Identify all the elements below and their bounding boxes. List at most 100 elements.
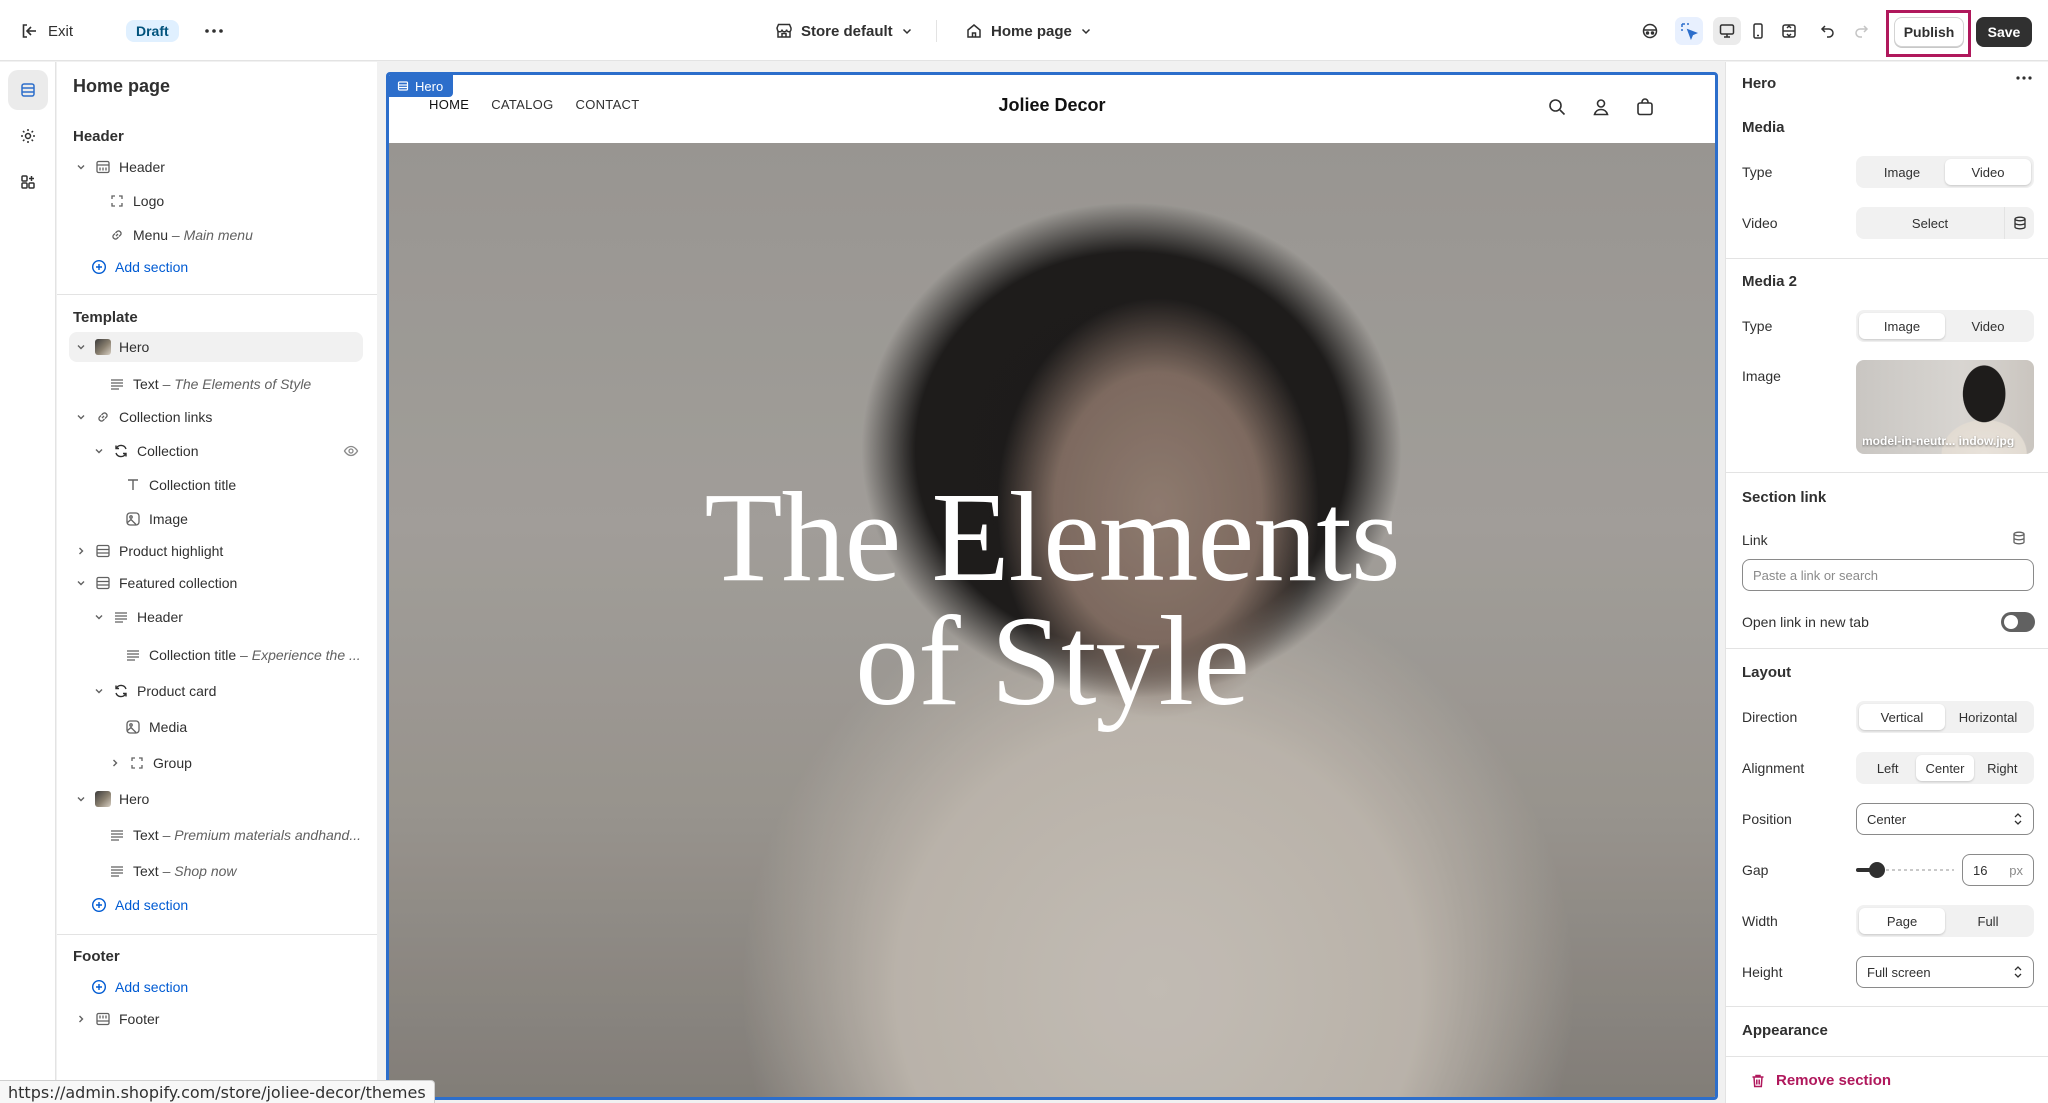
exit-button[interactable]: Exit (20, 18, 73, 44)
cart-icon[interactable] (1635, 97, 1655, 117)
video-label: Video (1742, 215, 1778, 231)
link-input[interactable]: Paste a link or search (1742, 559, 2034, 591)
tree-item-collection[interactable]: Collection (91, 436, 371, 466)
tree-item-label: Header (137, 609, 183, 625)
eye-icon[interactable] (343, 443, 359, 459)
add-section-button[interactable]: Add section (91, 972, 188, 1002)
media-type-image[interactable]: Image (1859, 159, 1945, 185)
tree-item-text[interactable]: Text – Premium materials andhand... (109, 820, 361, 850)
tree-item-group[interactable]: Group (107, 748, 192, 778)
tree-item-fc-header[interactable]: Header (91, 602, 183, 632)
video-select-button[interactable]: Select (1856, 216, 2004, 231)
add-section-button[interactable]: Add section (91, 890, 188, 920)
divider (57, 934, 377, 935)
position-select[interactable]: Center (1856, 803, 2034, 835)
chevron-down-icon[interactable] (91, 443, 107, 459)
theme-settings-tab[interactable] (8, 116, 48, 156)
tree-item-hero[interactable]: Hero (73, 784, 149, 814)
redo-button[interactable] (1847, 17, 1875, 45)
media-type-video[interactable]: Video (1945, 159, 2031, 185)
tree-item-header[interactable]: Header (73, 152, 165, 182)
top-bar: Exit Draft Store default Home page Publi… (0, 0, 2048, 61)
tree-item-image[interactable]: Image (125, 504, 188, 534)
tree-item-media[interactable]: Media (125, 712, 187, 742)
chevron-right-icon[interactable] (73, 543, 89, 559)
apps-icon (21, 175, 35, 189)
more-horizontal-icon (2016, 76, 2032, 80)
save-button[interactable]: Save (1976, 17, 2032, 47)
inspector-toggle-button[interactable] (1675, 17, 1703, 45)
chevron-down-icon[interactable] (73, 339, 89, 355)
chevron-down-icon[interactable] (73, 409, 89, 425)
alignment-left[interactable]: Left (1859, 755, 1916, 781)
dynamic-source-icon[interactable] (2004, 207, 2034, 239)
chevron-right-icon[interactable] (73, 1011, 89, 1027)
desktop-view-button[interactable] (1713, 17, 1741, 45)
direction-vertical[interactable]: Vertical (1859, 704, 1945, 730)
text-type-icon (125, 477, 141, 493)
tree-item-product-card[interactable]: Product card (91, 676, 216, 706)
gap-slider[interactable] (1856, 854, 1954, 886)
alignment-right[interactable]: Right (1974, 755, 2031, 781)
remove-section-button[interactable]: Remove section (1750, 1072, 1891, 1089)
tree-item-collection-title[interactable]: Collection title (125, 470, 236, 500)
hero-heading-line-2: of Style (855, 590, 1250, 732)
apps-tab[interactable] (8, 162, 48, 202)
tree-item-text[interactable]: Text – The Elements of Style (109, 369, 311, 399)
tree-item-product-highlight[interactable]: Product highlight (73, 536, 223, 566)
more-actions-button[interactable] (202, 18, 226, 44)
width-full[interactable]: Full (1945, 908, 2031, 934)
tree-item-label: Collection (137, 443, 199, 459)
chevron-right-icon[interactable] (107, 755, 123, 771)
dynamic-source-icon[interactable] (2012, 531, 2026, 545)
tree-item-collection-links[interactable]: Collection links (73, 402, 212, 432)
tree-item-fc-collection-title[interactable]: Collection title – Experience the ... (125, 640, 361, 670)
tree-item-logo[interactable]: Logo (109, 186, 164, 216)
settings-more-button[interactable] (2016, 76, 2032, 80)
chevron-down-icon[interactable] (73, 791, 89, 807)
chevron-down-icon[interactable] (91, 609, 107, 625)
tree-item-label: Collection title (149, 647, 237, 663)
media2-type-video[interactable]: Video (1945, 313, 2031, 339)
fullscreen-view-button[interactable] (1775, 17, 1803, 45)
ai-sidekick-button[interactable] (1636, 17, 1664, 45)
settings-title: Hero (1742, 75, 1777, 92)
store-header-icons (1547, 97, 1655, 117)
more-horizontal-icon (205, 29, 223, 33)
mobile-view-button[interactable] (1744, 17, 1772, 45)
desktop-icon (1719, 24, 1735, 38)
page-selector[interactable]: Home page (965, 18, 1092, 44)
tree-item-footer[interactable]: Footer (73, 1004, 159, 1034)
store-selector[interactable]: Store default (775, 18, 913, 44)
link-icon (109, 227, 125, 243)
undo-button[interactable] (1814, 17, 1842, 45)
chevron-down-icon[interactable] (73, 159, 89, 175)
tree-item-text[interactable]: Text – Shop now (109, 856, 237, 886)
link-icon (95, 409, 111, 425)
direction-horizontal[interactable]: Horizontal (1945, 704, 2031, 730)
chevron-down-icon[interactable] (73, 575, 89, 591)
new-tab-toggle[interactable] (2001, 612, 2035, 632)
account-icon[interactable] (1591, 97, 1611, 117)
media2-image-thumbnail[interactable]: model-in-neutr... indow.jpg (1856, 360, 2034, 454)
tree-item-label: Hero (119, 791, 150, 807)
height-select[interactable]: Full screen (1856, 956, 2034, 988)
gap-input[interactable]: 16 px (1962, 854, 2034, 886)
publish-button[interactable]: Publish (1894, 17, 1964, 47)
tree-item-hero[interactable]: Hero (69, 332, 363, 362)
sections-tab[interactable] (8, 70, 48, 110)
search-icon[interactable] (1547, 97, 1567, 117)
storefront-preview[interactable]: HOME CATALOG CONTACT Joliee Decor The El… (386, 72, 1718, 1100)
tree-item-menu[interactable]: Menu – Main menu (109, 220, 253, 250)
add-section-button[interactable]: Add section (91, 252, 188, 282)
width-page[interactable]: Page (1859, 908, 1945, 934)
chevron-down-icon[interactable] (91, 683, 107, 699)
media2-type-image[interactable]: Image (1859, 313, 1945, 339)
hero-heading[interactable]: The Elements of Style (389, 473, 1715, 732)
alignment-center[interactable]: Center (1916, 755, 1974, 781)
media-type-toggle: Image Video (1856, 156, 2034, 188)
gap-label: Gap (1742, 862, 1769, 878)
tree-item-featured-collection[interactable]: Featured collection (73, 568, 237, 598)
alignment-toggle: Left Center Right (1856, 752, 2034, 784)
slider-handle[interactable] (1869, 862, 1885, 878)
